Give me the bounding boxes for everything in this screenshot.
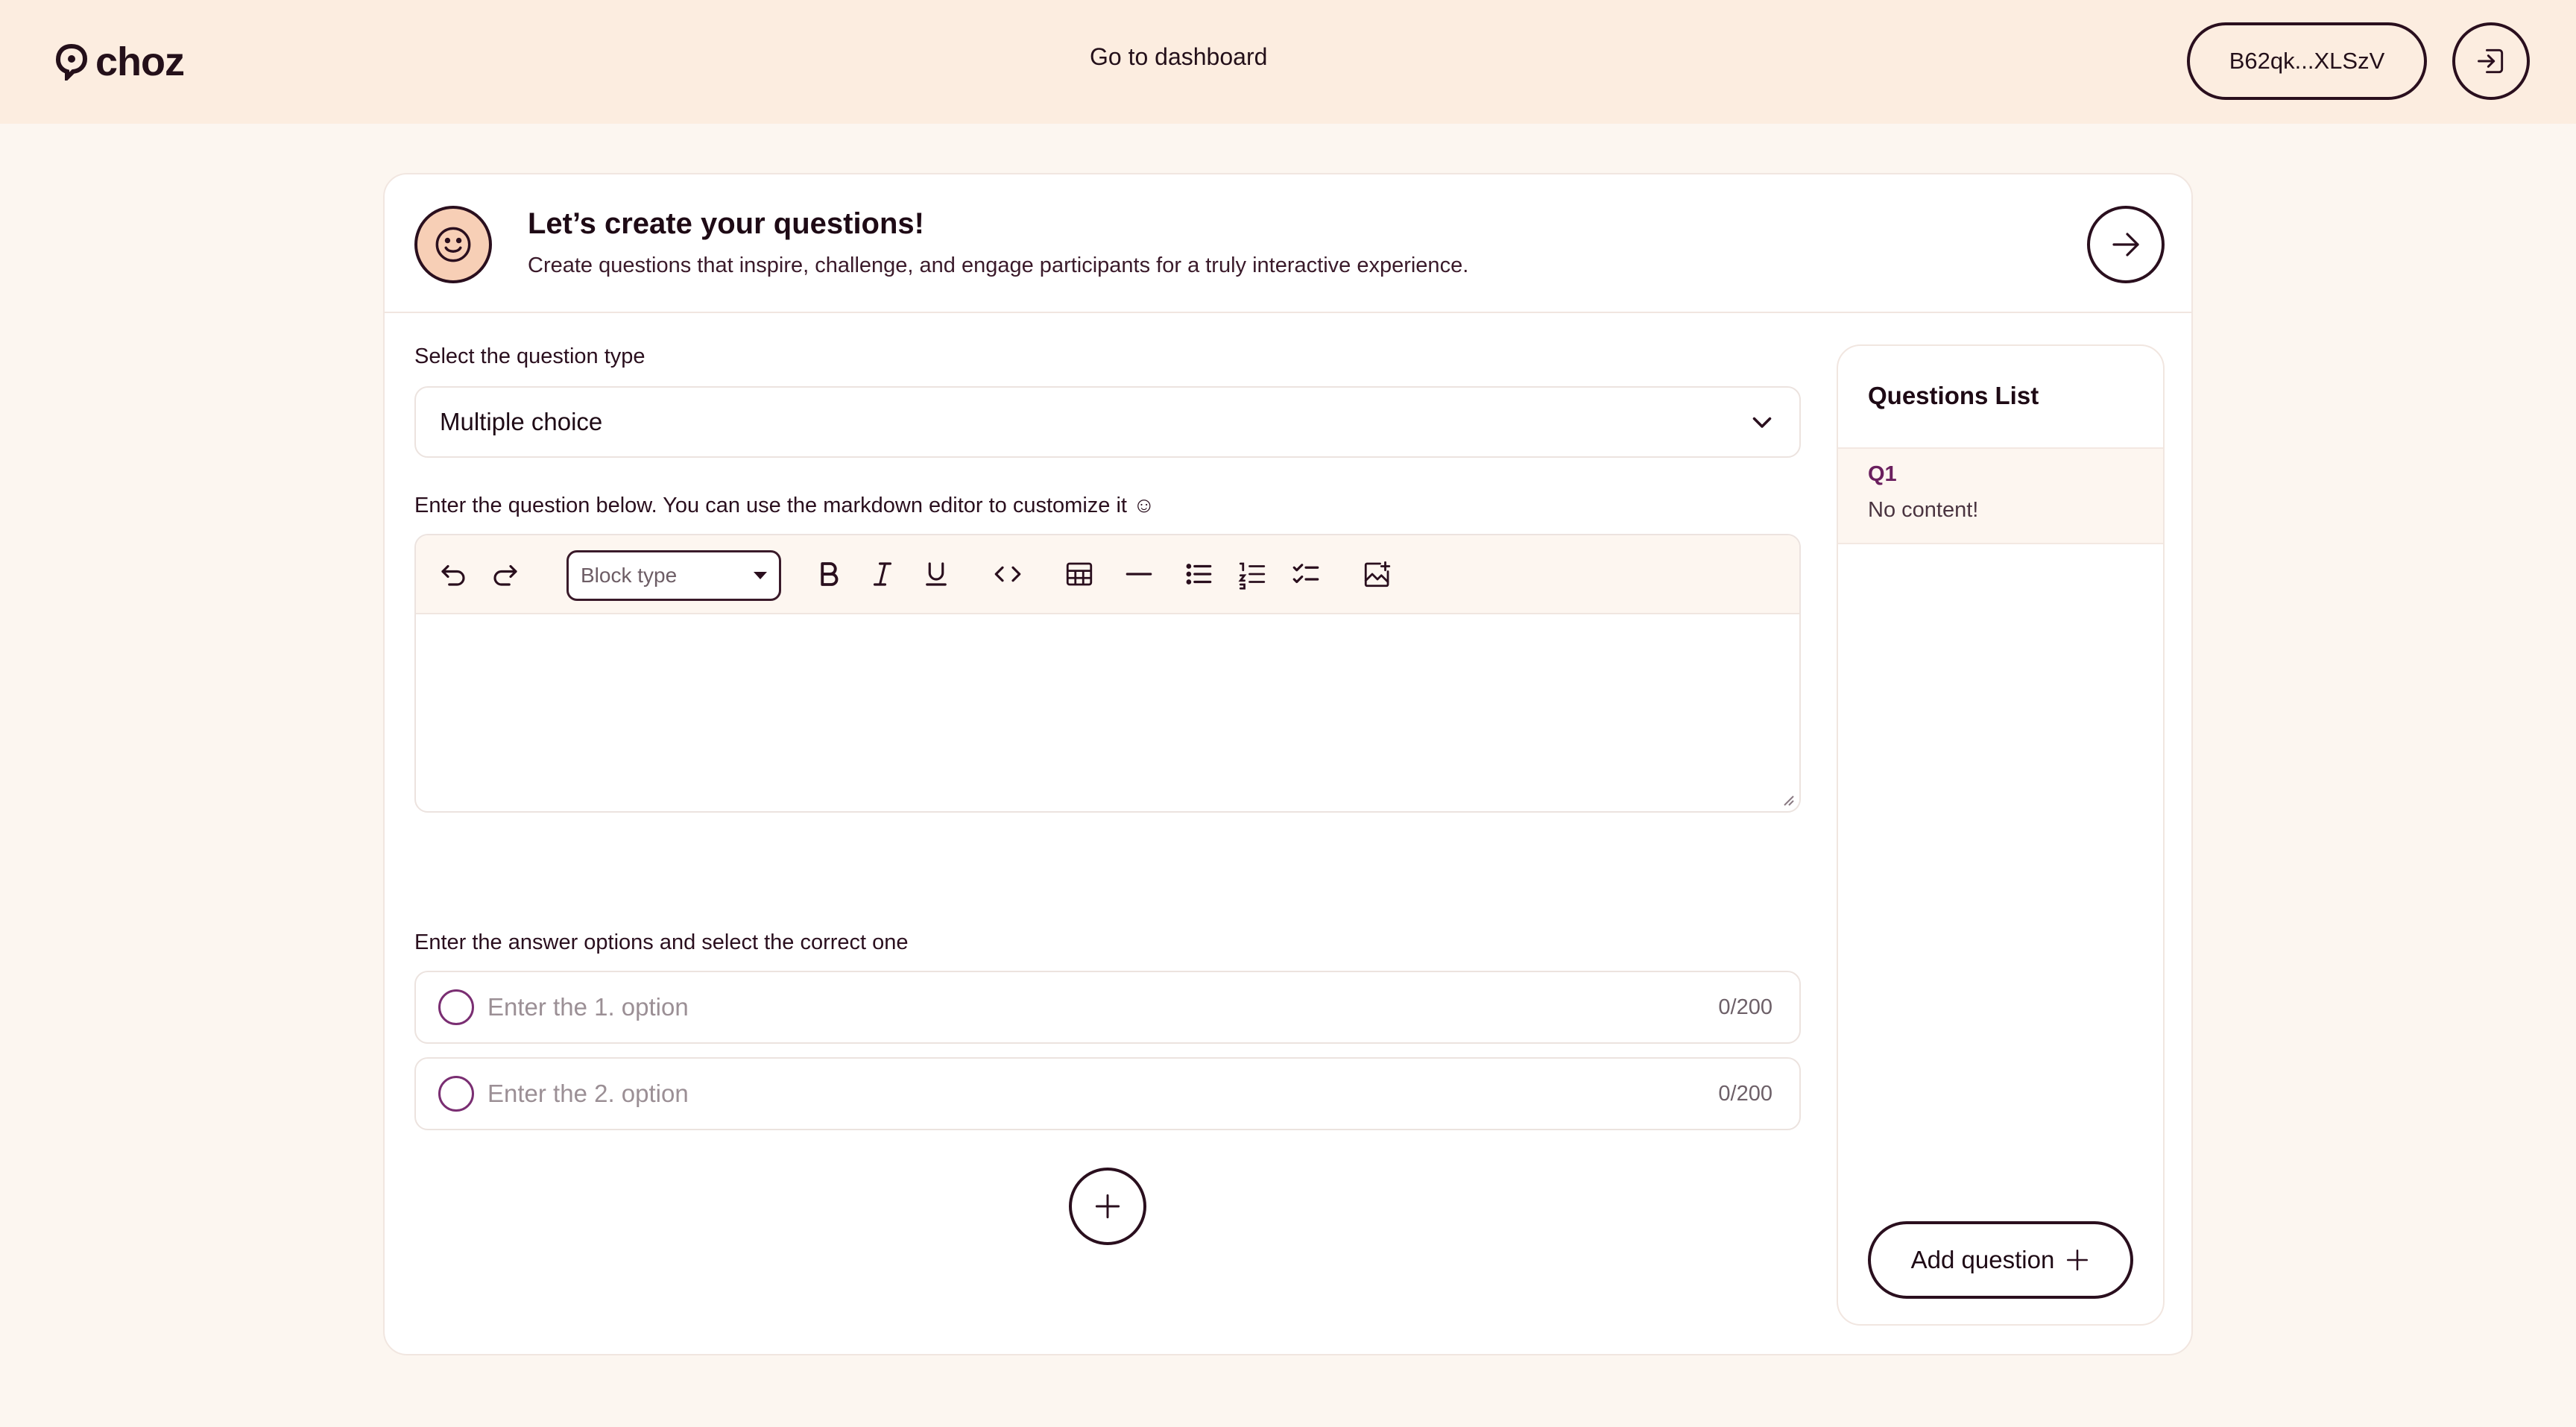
- caret-down-icon: [754, 572, 767, 579]
- question-type-label: Select the question type: [414, 344, 645, 368]
- top-bar: choz Go to dashboard B62qk...XLSzV: [0, 0, 2576, 124]
- underline-icon[interactable]: [918, 556, 954, 592]
- question-builder-card: Let’s create your questions! Create ques…: [383, 173, 2193, 1355]
- add-question-button[interactable]: Add question: [1868, 1221, 2133, 1299]
- answer-option-row: 0/200: [414, 1057, 1801, 1130]
- character-counter: 0/200: [1718, 995, 1772, 1019]
- card-header: Let’s create your questions! Create ques…: [385, 174, 2191, 313]
- page-title: Let’s create your questions!: [528, 207, 924, 240]
- block-type-placeholder: Block type: [581, 564, 678, 587]
- smiley-badge: [414, 206, 492, 283]
- editor-content-area[interactable]: [416, 616, 1799, 811]
- logo[interactable]: choz: [55, 39, 185, 85]
- questions-list-title: Questions List: [1868, 382, 2039, 409]
- question-type-select[interactable]: Multiple choice: [414, 386, 1801, 458]
- login-arrow-icon: [2478, 48, 2504, 74]
- plus-icon: [1095, 1194, 1120, 1219]
- resize-grip-icon[interactable]: [1781, 793, 1795, 807]
- bullet-list-icon[interactable]: [1181, 556, 1216, 592]
- add-option-button[interactable]: [1069, 1168, 1146, 1245]
- answer-option-input[interactable]: [487, 1080, 1719, 1108]
- question-editor-label: Enter the question below. You can use th…: [414, 494, 1155, 517]
- insert-image-icon[interactable]: [1360, 556, 1395, 592]
- chevron-down-icon: [1752, 417, 1772, 428]
- checklist-icon[interactable]: [1288, 556, 1324, 592]
- answer-option-row: 0/200: [414, 971, 1801, 1044]
- wallet-address-button[interactable]: B62qk...XLSzV: [2187, 22, 2427, 100]
- go-to-dashboard-link[interactable]: Go to dashboard: [1090, 43, 1267, 71]
- question-type-value: Multiple choice: [440, 408, 603, 435]
- next-step-button[interactable]: [2087, 206, 2165, 283]
- block-type-select[interactable]: Block type: [566, 550, 781, 601]
- correct-answer-radio[interactable]: [438, 989, 474, 1025]
- horizontal-rule-icon[interactable]: [1121, 556, 1157, 592]
- bold-icon[interactable]: [811, 556, 847, 592]
- code-icon[interactable]: [990, 556, 1026, 592]
- question-number: Q1: [1868, 462, 1897, 486]
- plus-icon: [2067, 1249, 2089, 1271]
- answer-options-label: Enter the answer options and select the …: [414, 930, 909, 954]
- sign-in-out-button[interactable]: [2452, 22, 2530, 100]
- character-counter: 0/200: [1718, 1081, 1772, 1106]
- table-icon[interactable]: [1061, 556, 1097, 592]
- numbered-list-icon[interactable]: [1234, 556, 1270, 592]
- markdown-editor: Block type: [414, 534, 1801, 813]
- editor-toolbar: Block type: [416, 535, 1799, 614]
- answer-option-input[interactable]: [487, 993, 1719, 1021]
- question-preview: No content!: [1868, 498, 1979, 522]
- correct-answer-radio[interactable]: [438, 1076, 474, 1112]
- app-name: choz: [95, 40, 185, 84]
- page-subtitle: Create questions that inspire, challenge…: [528, 253, 1469, 277]
- questions-list-panel: Questions List Q1 No content! Add questi…: [1837, 344, 2165, 1326]
- undo-icon[interactable]: [435, 556, 471, 592]
- arrow-right-icon: [2112, 233, 2139, 256]
- smiley-icon: [435, 227, 471, 262]
- question-list-item[interactable]: Q1 No content!: [1838, 447, 2163, 544]
- italic-icon[interactable]: [865, 556, 900, 592]
- add-question-label: Add question: [1910, 1246, 2055, 1273]
- redo-icon[interactable]: [487, 556, 523, 592]
- choz-logo-icon: [55, 43, 88, 81]
